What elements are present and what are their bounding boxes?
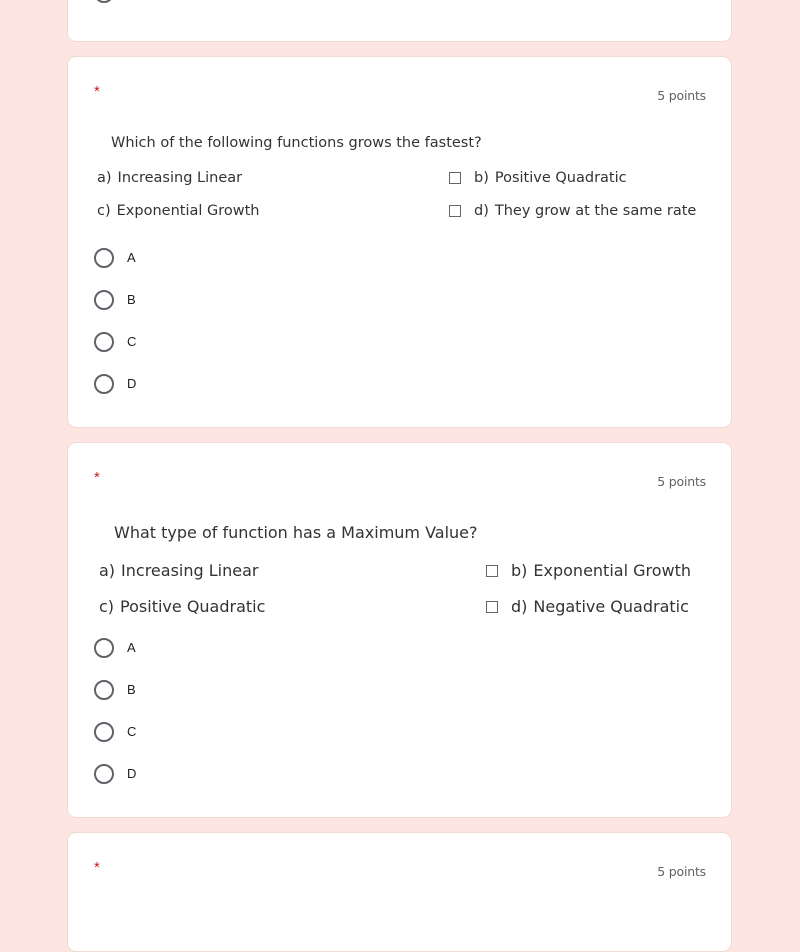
question-card: * 5 points Which of the following functi…: [67, 56, 732, 428]
points-label: 5 points: [657, 474, 706, 489]
radio-group: A B C D: [94, 248, 136, 416]
radio-button[interactable]: [94, 290, 114, 310]
image-option-d: d) They grow at the same rate: [449, 203, 696, 219]
image-option-c: c) Positive Quadratic: [99, 597, 265, 616]
radio-label: D: [127, 376, 137, 391]
image-option-c: c) Exponential Growth: [97, 203, 259, 219]
required-asterisk: *: [94, 859, 100, 876]
option-letter: b): [474, 170, 489, 186]
question-card: * 5 points: [67, 832, 732, 952]
checkbox-icon: [486, 600, 498, 613]
question-card: * 5 points What type of function has a M…: [67, 442, 732, 818]
question-title: What type of function has a Maximum Valu…: [114, 523, 478, 542]
option-text: Exponential Growth: [533, 561, 692, 580]
question-title: Which of the following functions grows t…: [111, 135, 482, 151]
radio-label: B: [127, 682, 136, 697]
required-asterisk: *: [94, 469, 100, 486]
option-letter: b): [511, 561, 528, 580]
radio-button[interactable]: [94, 374, 114, 394]
radio-label: D: [127, 766, 137, 781]
image-option-a: a) Increasing Linear: [99, 561, 258, 580]
radio-option-d[interactable]: D: [94, 764, 136, 806]
image-option-b: b) Positive Quadratic: [449, 170, 627, 186]
radio-button[interactable]: [94, 764, 114, 784]
radio-option-b[interactable]: B: [94, 680, 136, 722]
radio-button[interactable]: [94, 0, 114, 3]
radio-option-a[interactable]: A: [94, 638, 136, 680]
option-text: Negative Quadratic: [533, 597, 689, 616]
radio-option-c[interactable]: C: [94, 332, 136, 374]
option-text: Increasing Linear: [121, 561, 259, 580]
checkbox-icon: [449, 172, 461, 184]
radio-label: B: [127, 292, 136, 307]
radio-option-a[interactable]: A: [94, 248, 136, 290]
points-label: 5 points: [657, 864, 706, 879]
radio-option-c[interactable]: C: [94, 722, 136, 764]
radio-group: A B C D: [94, 638, 136, 806]
option-text: They grow at the same rate: [494, 203, 697, 219]
radio-label: C: [127, 334, 137, 349]
required-asterisk: *: [94, 83, 100, 100]
option-text: Increasing Linear: [117, 170, 243, 186]
radio-button[interactable]: [94, 332, 114, 352]
option-text: Positive Quadratic: [494, 170, 627, 186]
radio-label: A: [127, 640, 136, 655]
radio-label: C: [127, 724, 137, 739]
option-letter: a): [97, 170, 112, 186]
points-label: 5 points: [657, 88, 706, 103]
option-letter: d): [511, 597, 528, 616]
option-letter: d): [474, 203, 489, 219]
option-letter: c): [99, 597, 115, 616]
checkbox-icon: [449, 205, 461, 217]
radio-button[interactable]: [94, 680, 114, 700]
image-option-b: b) Exponential Growth: [486, 561, 691, 580]
radio-option-d[interactable]: D: [94, 374, 136, 416]
radio-button[interactable]: [94, 638, 114, 658]
radio-option-b[interactable]: B: [94, 290, 136, 332]
radio-button[interactable]: [94, 248, 114, 268]
image-option-a: a) Increasing Linear: [97, 170, 242, 186]
question-card-previous: [67, 0, 732, 42]
image-option-d: d) Negative Quadratic: [486, 597, 689, 616]
option-letter: a): [99, 561, 116, 580]
option-text: Positive Quadratic: [120, 597, 266, 616]
radio-button[interactable]: [94, 722, 114, 742]
radio-label: A: [127, 250, 136, 265]
option-text: Exponential Growth: [116, 203, 260, 219]
option-letter: c): [97, 203, 111, 219]
checkbox-icon: [486, 564, 498, 577]
